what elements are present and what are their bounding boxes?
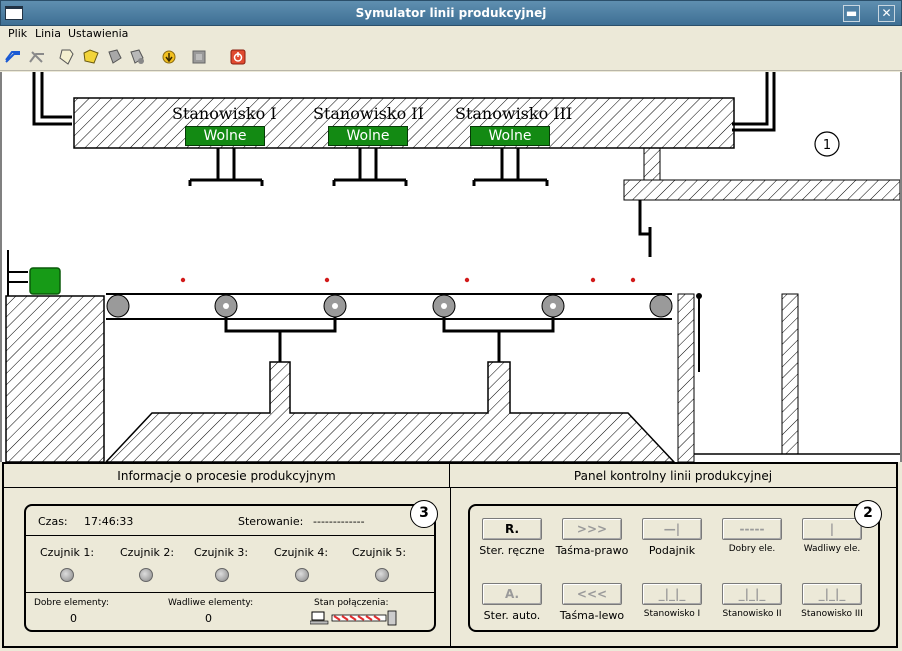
minimize-button[interactable]: ▬ [843, 5, 860, 22]
connect-icon[interactable] [4, 48, 22, 66]
manual-control-button[interactable]: R. [482, 518, 542, 540]
time-label: Czas: [38, 515, 68, 528]
power-icon[interactable] [229, 48, 247, 66]
connection-status-icon [310, 610, 397, 626]
feeder-label: Podajnik [648, 544, 696, 557]
station-3-button-label: Stanowisko III [801, 609, 863, 619]
bad-element-button[interactable]: | [802, 518, 862, 540]
station-2-button-label: Stanowisko II [722, 609, 782, 619]
menu-linia[interactable]: Linia [35, 27, 61, 40]
auto-control-button[interactable]: A. [482, 583, 542, 605]
station-1-button-label: Stanowisko I [643, 609, 701, 619]
refresh-icon[interactable] [160, 48, 178, 66]
menu-bar: Plik Linia Ustawienia [0, 26, 902, 44]
sensor-2-label: Czujnik 2: [120, 546, 175, 559]
marker-1: 1 [823, 138, 831, 153]
production-line-diagram: 1 [5, 72, 900, 462]
new-icon[interactable] [58, 48, 76, 66]
info-panel-header: Informacje o procesie produkcyjnym [4, 464, 450, 488]
save-as-icon[interactable] [128, 48, 146, 66]
station-1-name: Stanowisko I [172, 104, 277, 123]
station-2-button[interactable]: _|_|_ [722, 583, 782, 605]
control-panel-marker: 2 [854, 500, 882, 528]
station-3-status: Wolne [470, 126, 550, 146]
control-mode-label: Sterowanie: [238, 515, 304, 528]
title-bar: Symulator linii produkcyjnej ▬ ✕ [0, 0, 902, 26]
save-icon[interactable] [106, 48, 124, 66]
station-hanger-3 [472, 148, 549, 186]
sensor-1-indicator [60, 568, 74, 582]
time-value: 17:46:33 [84, 515, 134, 528]
good-elements-label: Dobre elementy: [34, 598, 109, 608]
control-group: R. Ster. ręczne >>> Taśma-prawo —| Podaj… [468, 504, 880, 632]
menu-plik[interactable]: Plik [8, 27, 27, 40]
station-hanger-2 [332, 148, 408, 186]
station-2-status: Wolne [328, 126, 408, 146]
belt-right-label: Taśma-prawo [555, 544, 629, 557]
good-elements-value: 0 [70, 612, 77, 625]
sensor-3-label: Czujnik 3: [194, 546, 249, 559]
connection-status-label: Stan połączenia: [314, 598, 389, 608]
control-panel-header: Panel kontrolny linii produkcyjnej [450, 464, 896, 488]
bad-element-label: Wadliwy ele. [803, 544, 861, 554]
production-line-canvas: 1 Stanowisko I Wolne Stanowisko II Wolne… [0, 72, 902, 462]
belt-left-button[interactable]: <<< [562, 583, 622, 605]
manual-control-label: Ster. ręczne [479, 544, 545, 557]
stop-icon[interactable] [190, 48, 208, 66]
belt-left-label: Taśma-lewo [559, 609, 625, 622]
station-3-name: Stanowisko III [455, 104, 573, 123]
auto-control-label: Ster. auto. [483, 609, 541, 622]
station-1-status: Wolne [185, 126, 265, 146]
sensor-3-indicator [215, 568, 229, 582]
disconnect-icon[interactable] [28, 48, 46, 66]
feeder-button[interactable]: —| [642, 518, 702, 540]
info-group: Czas: 17:46:33 Sterowanie: -------------… [24, 504, 436, 632]
sensor-4-indicator [295, 568, 309, 582]
station-hanger-1 [188, 148, 264, 186]
green-element-box [29, 267, 61, 295]
good-element-label: Dobry ele. [728, 544, 776, 554]
window-title: Symulator linii produkcyjnej [355, 6, 547, 20]
control-mode-value: ------------- [313, 515, 365, 528]
info-panel-marker: 3 [410, 500, 438, 528]
open-icon[interactable] [82, 48, 100, 66]
station-1-button[interactable]: _|_|_ [642, 583, 702, 605]
good-element-button[interactable]: ----- [722, 518, 782, 540]
bad-elements-label: Wadliwe elementy: [168, 598, 254, 608]
bottom-panels: Informacje o procesie produkcyjnym Panel… [2, 462, 898, 648]
sensor-5-indicator [375, 568, 389, 582]
sensor-4-label: Czujnik 4: [274, 546, 329, 559]
toolbar [0, 44, 902, 71]
station-3-button[interactable]: _|_|_ [802, 583, 862, 605]
sensor-1-label: Czujnik 1: [40, 546, 95, 559]
sensor-5-label: Czujnik 5: [352, 546, 407, 559]
station-2-name: Stanowisko II [313, 104, 424, 123]
bad-elements-value: 0 [205, 612, 212, 625]
close-button[interactable]: ✕ [878, 5, 895, 22]
belt-right-button[interactable]: >>> [562, 518, 622, 540]
menu-ustawienia[interactable]: Ustawienia [68, 27, 128, 40]
sensor-2-indicator [139, 568, 153, 582]
